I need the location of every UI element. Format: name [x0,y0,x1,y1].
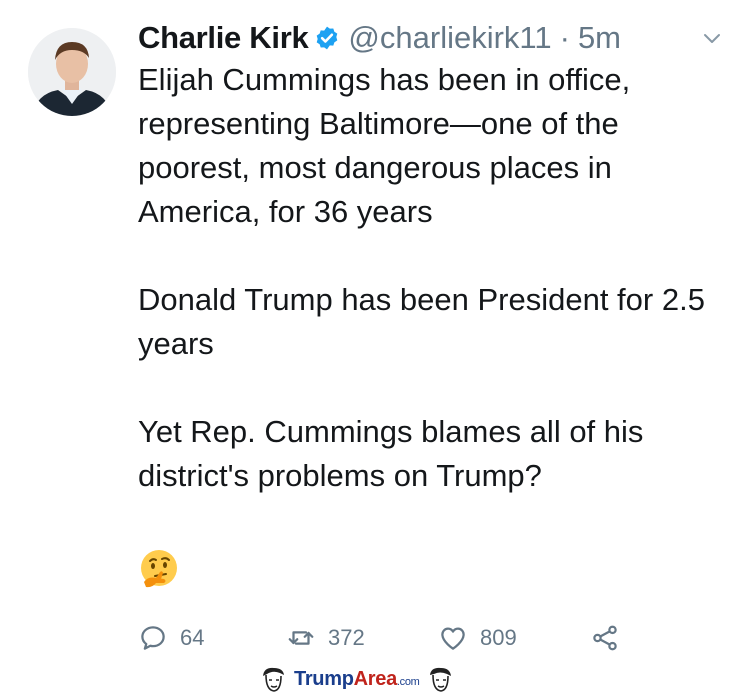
watermark: TrumpArea.com [258,664,456,694]
like-count: 809 [480,625,517,650]
watermark-text: TrumpArea.com [294,668,420,691]
reply-button[interactable]: 64 [138,618,204,658]
tweet-header: Charlie Kirk @charliekirk11 · 5m [138,16,724,60]
tweet-actions: 64 372 809 [138,618,638,658]
thinking-face-icon [141,550,177,588]
verified-badge-icon [317,26,338,50]
share-icon [593,625,617,651]
watermark-part: Area [353,667,398,690]
retweet-icon [288,631,314,645]
trump-face-logo-icon [429,667,451,692]
tweet-paragraph: Yet Rep. Cummings blames all of his dist… [138,414,644,493]
separator-dot: · [559,20,570,55]
like-button[interactable]: 809 [438,618,517,658]
tweet-paragraph: Elijah Cummings has been in office, repr… [138,62,631,229]
tweet-paragraph: Donald Trump has been President for 2.5 … [138,282,705,361]
retweet-count: 372 [328,625,365,650]
retweet-button[interactable]: 372 [286,618,365,658]
author-name[interactable]: Charlie Kirk [138,20,309,56]
author-handle[interactable]: @charliekirk11 [348,20,551,56]
chevron-down-icon[interactable] [700,26,724,50]
author-avatar[interactable] [28,28,116,116]
watermark-part: .com [396,675,420,688]
heart-icon [441,627,465,650]
tweet-text: Elijah Cummings has been in office, repr… [138,58,728,498]
watermark-part: Trump [294,667,354,690]
reply-icon [141,626,165,650]
avatar-image [28,28,116,116]
reply-count: 64 [180,625,205,650]
share-button[interactable] [590,618,620,658]
trump-face-logo-icon [263,667,284,692]
tweet-timestamp[interactable]: 5m [578,20,621,56]
